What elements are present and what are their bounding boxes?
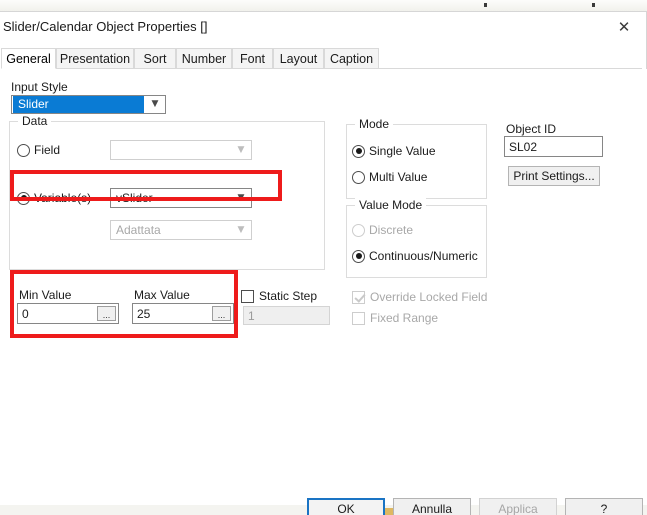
tab-label: General: [6, 51, 51, 66]
static-step-checkbox[interactable]: Static Step: [241, 289, 317, 303]
variables-combo-value: vSlider: [116, 191, 153, 205]
tab-bar: General Presentation Sort Number Font La…: [1, 48, 642, 69]
object-id-field[interactable]: SL02: [504, 136, 603, 157]
radio-discrete[interactable]: Discrete: [352, 223, 413, 237]
max-value-text: 25: [137, 306, 151, 321]
radio-icon: [352, 223, 365, 237]
chevron-down-icon: ▼: [151, 99, 159, 109]
input-style-label: Input Style: [11, 80, 68, 94]
dialog-titlebar: Slider/Calendar Object Properties [] ✕: [0, 12, 646, 42]
help-button[interactable]: ?: [565, 498, 643, 515]
tab-caption[interactable]: Caption: [324, 48, 379, 69]
properties-dialog: Slider/Calendar Object Properties [] ✕ G…: [0, 11, 647, 515]
checkbox-icon: [352, 290, 365, 304]
radio-icon: [352, 249, 365, 263]
min-value-label: Min Value: [19, 288, 72, 302]
max-value-label: Max Value: [134, 288, 190, 302]
min-value-field[interactable]: 0 ...: [17, 303, 119, 324]
variables-combo[interactable]: vSlider ▼: [110, 188, 252, 208]
override-locked-field-label: Override Locked Field: [370, 290, 488, 304]
general-tab-panel: Input Style Slider ▼ Data Field ▼ Variab…: [0, 69, 647, 515]
tab-font[interactable]: Font: [232, 48, 273, 69]
tab-general[interactable]: General: [1, 48, 56, 69]
tab-presentation[interactable]: Presentation: [56, 48, 134, 69]
radio-icon: [17, 191, 30, 205]
object-id-label: Object ID: [506, 122, 557, 136]
fixed-range-checkbox[interactable]: Fixed Range: [352, 311, 438, 325]
mode-group-title: Mode: [355, 117, 394, 131]
radio-icon: [352, 144, 365, 158]
tab-layout[interactable]: Layout: [273, 48, 324, 69]
tab-label: Caption: [329, 52, 374, 66]
radio-variables-label: Variable(s): [34, 191, 92, 205]
chevron-down-icon: ▼: [237, 144, 245, 155]
data-group-title: Data: [18, 114, 52, 128]
radio-icon: [352, 170, 365, 184]
apply-button[interactable]: Applica: [479, 498, 557, 515]
secondary-combo-value: Adattata: [116, 223, 161, 237]
input-style-combo[interactable]: Slider ▼: [11, 95, 166, 114]
field-combo[interactable]: ▼: [110, 140, 252, 160]
radio-discrete-label: Discrete: [369, 223, 414, 237]
tab-label: Sort: [143, 52, 167, 66]
static-step-field[interactable]: 1: [243, 306, 330, 325]
radio-single-value[interactable]: Single Value: [352, 144, 436, 158]
radio-variables[interactable]: Variable(s): [17, 191, 91, 205]
tab-label: Number: [181, 52, 227, 66]
desktop-artifact-dot: [484, 3, 487, 7]
radio-icon: [17, 143, 30, 157]
radio-field-label: Field: [34, 143, 61, 157]
max-value-browse-button[interactable]: ...: [212, 306, 231, 321]
fixed-range-label: Fixed Range: [370, 311, 439, 325]
tab-label: Layout: [279, 52, 318, 66]
close-button[interactable]: ✕: [602, 12, 646, 42]
print-settings-button[interactable]: Print Settings...: [508, 166, 600, 186]
override-locked-field-checkbox[interactable]: Override Locked Field: [352, 290, 487, 304]
secondary-combo[interactable]: Adattata ▼: [110, 220, 252, 240]
ok-button[interactable]: OK: [307, 498, 385, 515]
tab-label: Presentation: [59, 52, 131, 66]
checkbox-icon: [352, 311, 365, 325]
radio-field[interactable]: Field: [17, 143, 60, 157]
object-id-value: SL02: [509, 139, 538, 154]
value-mode-group-title: Value Mode: [355, 198, 427, 212]
chevron-down-icon: ▼: [237, 192, 245, 203]
tab-label: Font: [239, 52, 265, 66]
chevron-down-icon: ▼: [237, 224, 245, 235]
cancel-button[interactable]: Annulla: [393, 498, 471, 515]
dialog-title: Slider/Calendar Object Properties []: [3, 19, 208, 34]
input-style-value: Slider: [13, 96, 144, 113]
close-icon: ✕: [617, 17, 631, 36]
screen: Slider/Calendar Object Properties [] ✕ G…: [0, 0, 647, 515]
value-mode-group: Value Mode: [346, 198, 487, 278]
max-value-field[interactable]: 25 ...: [132, 303, 234, 324]
mode-group: Mode: [346, 117, 487, 199]
radio-single-value-label: Single Value: [369, 144, 436, 158]
min-value-browse-button[interactable]: ...: [97, 306, 116, 321]
radio-multi-value-label: Multi Value: [369, 170, 428, 184]
static-step-value: 1: [248, 308, 255, 323]
tab-sort[interactable]: Sort: [134, 48, 176, 69]
checkbox-icon: [241, 289, 254, 303]
radio-continuous-numeric-label: Continuous/Numeric: [369, 249, 478, 263]
desktop-artifact-dot: [592, 3, 595, 7]
tab-number[interactable]: Number: [176, 48, 232, 69]
min-value-text: 0: [22, 306, 29, 321]
radio-multi-value[interactable]: Multi Value: [352, 170, 427, 184]
static-step-label: Static Step: [259, 289, 318, 303]
radio-continuous-numeric[interactable]: Continuous/Numeric: [352, 249, 478, 263]
